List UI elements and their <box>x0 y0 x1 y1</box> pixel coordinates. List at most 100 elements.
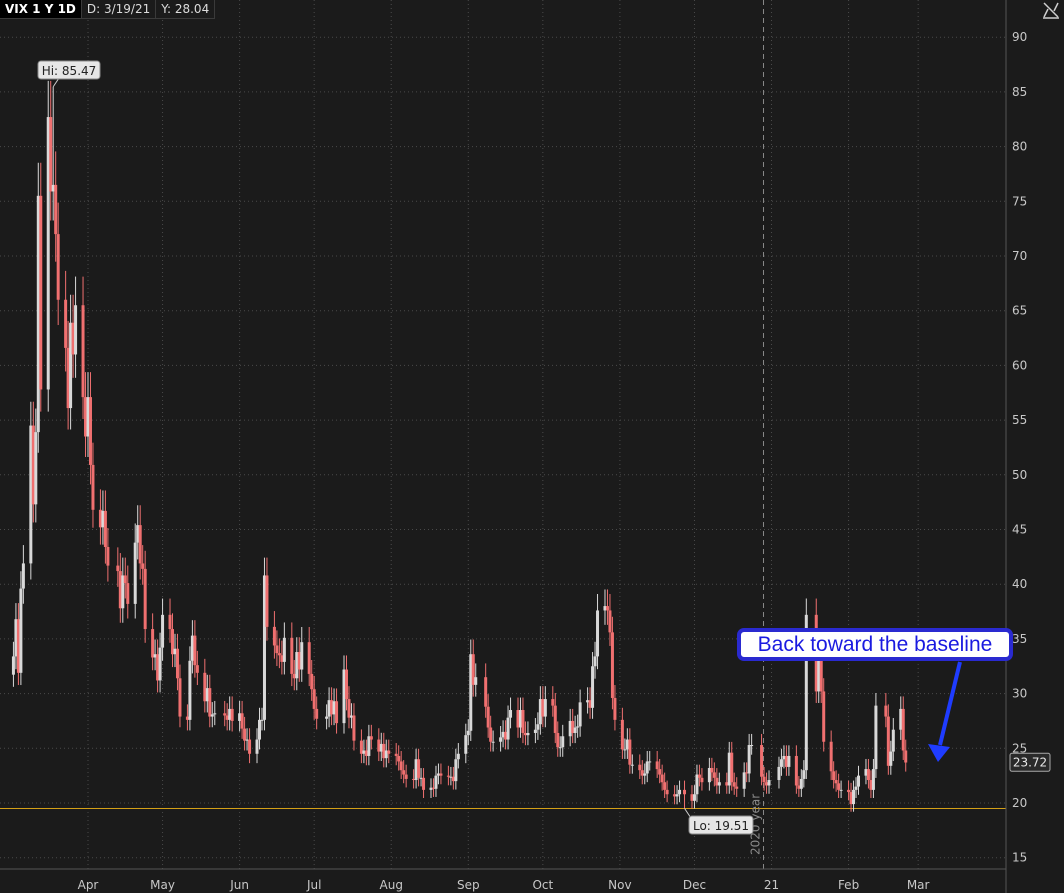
candle-body <box>315 708 319 719</box>
candle-body <box>277 653 281 656</box>
candle-body <box>613 697 617 720</box>
candle-body <box>213 713 217 715</box>
y-tick-label: 80 <box>1012 140 1027 154</box>
candle-body <box>399 761 403 771</box>
candle-body <box>837 783 841 790</box>
y-tick-label: 45 <box>1012 523 1027 537</box>
candle-body <box>643 773 647 776</box>
lo-label: Lo: 19.51 <box>693 819 749 833</box>
candle-body <box>750 745 754 747</box>
candle-body <box>402 770 406 775</box>
candle-body <box>151 629 155 658</box>
candle-body <box>439 773 443 776</box>
candle-body <box>610 632 614 698</box>
candle-body <box>509 710 513 718</box>
candle-body <box>553 705 557 733</box>
candle-body <box>240 713 244 729</box>
vix-candlestick-chart[interactable]: 2020 year 152025303540455055606570758085… <box>0 0 1064 893</box>
candle-body <box>39 195 43 390</box>
candle-body <box>829 741 833 772</box>
candle-body <box>891 729 895 752</box>
annotation-callout: Back toward the baseline <box>737 628 1013 661</box>
candle-body <box>857 775 861 787</box>
candle-body <box>347 699 351 718</box>
candle-body <box>573 727 577 733</box>
y-tick-label: 70 <box>1012 249 1027 263</box>
candle-body <box>265 575 269 627</box>
candle-body <box>526 732 530 736</box>
candle-body <box>712 772 716 778</box>
candle-body <box>307 642 311 674</box>
candle-body <box>223 713 227 716</box>
candle-body <box>290 637 294 674</box>
x-tick-label: Jun <box>229 878 249 892</box>
chart-settings-icon[interactable] <box>1040 0 1062 20</box>
candle-body <box>21 563 25 589</box>
candle-body <box>272 626 276 646</box>
candle-body <box>605 606 609 611</box>
candle-body <box>19 588 23 673</box>
candle-body <box>456 753 460 760</box>
candle-body <box>628 739 632 765</box>
candle-body <box>446 775 450 777</box>
candle-body <box>710 767 714 773</box>
candle-body <box>658 769 662 775</box>
candle-body <box>325 716 329 719</box>
candle-body <box>34 432 38 505</box>
candle-body <box>852 789 856 805</box>
candle-body <box>275 645 279 654</box>
x-tick-label: Jul <box>306 878 321 892</box>
candle-body <box>874 705 878 770</box>
candle-body <box>484 677 488 707</box>
candle-body <box>54 184 58 235</box>
candle-body <box>561 736 565 748</box>
candle-body <box>762 776 766 783</box>
candle-body <box>839 789 843 791</box>
candle-body <box>116 565 120 572</box>
candle-body <box>556 732 560 748</box>
candle-body <box>904 750 908 763</box>
candle-body <box>717 782 721 786</box>
candle-body <box>802 770 806 779</box>
y-axis: 15202530354045505560657075808590 <box>1012 30 1027 865</box>
candle-body <box>683 789 687 795</box>
symbol-label[interactable]: VIX 1 Y 1D <box>0 0 82 19</box>
candle-body <box>335 701 339 724</box>
y-tick-label: 65 <box>1012 304 1027 318</box>
candle-body <box>466 730 470 736</box>
candle-body <box>489 727 493 742</box>
candle-body <box>536 724 540 730</box>
candle-body <box>700 777 704 783</box>
candle-body <box>193 635 197 666</box>
y-tick-label: 35 <box>1012 632 1027 646</box>
candle-body <box>665 789 669 795</box>
y-tick-label: 55 <box>1012 413 1027 427</box>
candle-body <box>608 610 612 633</box>
y-tick-label: 20 <box>1012 796 1027 810</box>
candle-body <box>533 729 537 733</box>
candle-body <box>660 774 664 783</box>
candle-body <box>188 660 192 720</box>
candle-body <box>901 708 905 751</box>
candle-body <box>141 563 145 569</box>
candle-body <box>521 710 525 733</box>
candle-body <box>56 234 60 300</box>
candle-body <box>576 726 580 728</box>
x-tick-label: Feb <box>838 878 859 892</box>
x-tick-label: Oct <box>532 878 553 892</box>
hi-label: Hi: 85.47 <box>42 64 97 78</box>
x-tick-label: Sep <box>457 878 480 892</box>
candle-body <box>344 669 348 700</box>
candle-body <box>675 794 679 797</box>
candle-body <box>417 759 421 778</box>
candle-body <box>143 568 147 630</box>
candle-body <box>387 750 391 754</box>
candle-body <box>103 510 107 548</box>
candle-body <box>106 547 110 566</box>
candle-body <box>369 736 373 740</box>
candle-body <box>248 739 252 754</box>
candle-body <box>854 786 858 790</box>
candle-body <box>178 678 182 717</box>
candle-body <box>779 759 783 767</box>
candle-body <box>558 747 562 749</box>
